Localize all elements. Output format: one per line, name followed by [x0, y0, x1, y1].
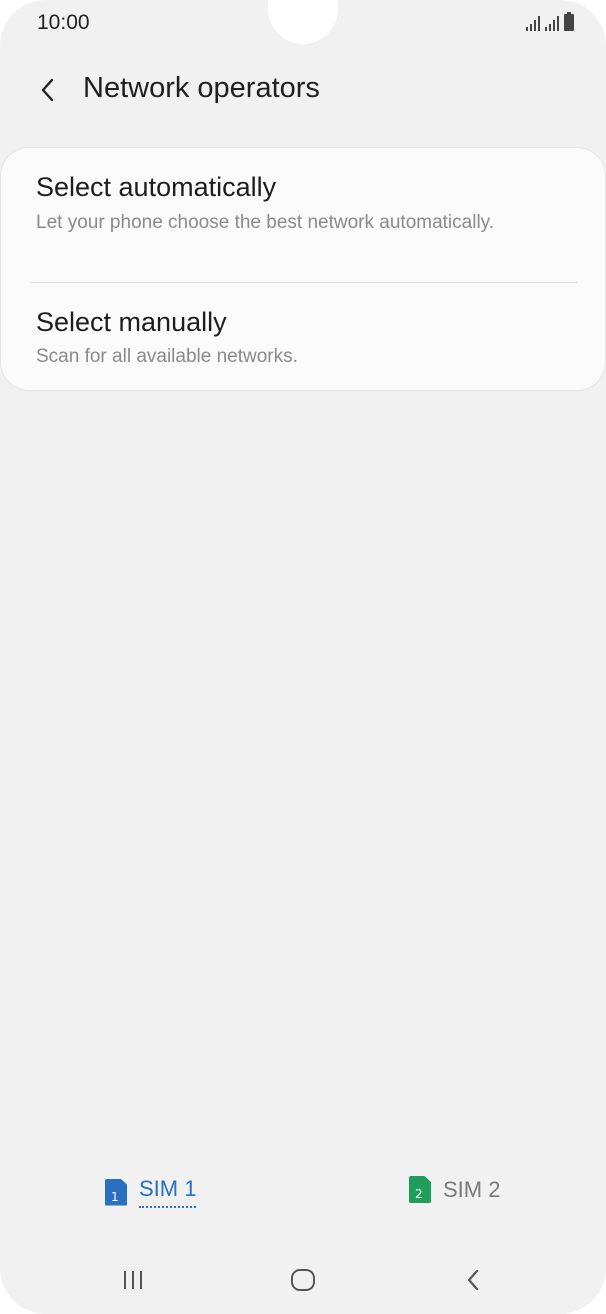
sim1-tab[interactable]: 1 SIM 1	[105, 1176, 197, 1208]
status-time: 10:00	[37, 11, 90, 34]
recents-button[interactable]	[113, 1265, 153, 1295]
home-button[interactable]	[283, 1265, 323, 1295]
sim-card-1-icon: 1	[105, 1178, 127, 1206]
page-title: Network operators	[83, 72, 320, 104]
back-nav-button[interactable]	[453, 1265, 493, 1295]
sim-badge: 2	[415, 1187, 423, 1201]
phone-screen: 10:00 Network operators Select automatic…	[0, 0, 606, 1314]
sim2-tab[interactable]: 2 SIM 2	[409, 1176, 500, 1203]
home-icon	[291, 1269, 315, 1291]
option-subtitle: Let your phone choose the best network a…	[36, 212, 495, 233]
back-icon	[467, 1269, 479, 1291]
select-automatically-option[interactable]: Select automatically Let your phone choo…	[1, 148, 605, 282]
sim-tab-label: SIM 1	[139, 1176, 197, 1208]
signal-sim1-icon	[526, 15, 540, 31]
option-title: Select manually	[36, 307, 227, 337]
option-subtitle: Scan for all available networks.	[36, 346, 298, 367]
chevron-left-icon	[41, 78, 54, 102]
back-button[interactable]	[30, 72, 66, 108]
sim-tab-label: SIM 2	[443, 1176, 501, 1202]
signal-sim2-icon	[545, 15, 559, 31]
status-icons	[526, 12, 574, 31]
sim-tabs: 1 SIM 1 2 SIM 2	[0, 1170, 606, 1220]
battery-icon	[564, 12, 574, 31]
navigation-bar	[0, 1250, 606, 1310]
option-title: Select automatically	[36, 172, 277, 202]
select-manually-option[interactable]: Select manually Scan for all available n…	[1, 283, 605, 390]
app-bar: Network operators	[0, 60, 606, 120]
status-bar: 10:00	[0, 0, 606, 48]
sim-card-2-icon: 2	[409, 1176, 431, 1203]
sim-badge: 1	[111, 1189, 119, 1204]
recents-icon	[124, 1271, 142, 1289]
network-options-card: Select automatically Let your phone choo…	[1, 148, 605, 390]
